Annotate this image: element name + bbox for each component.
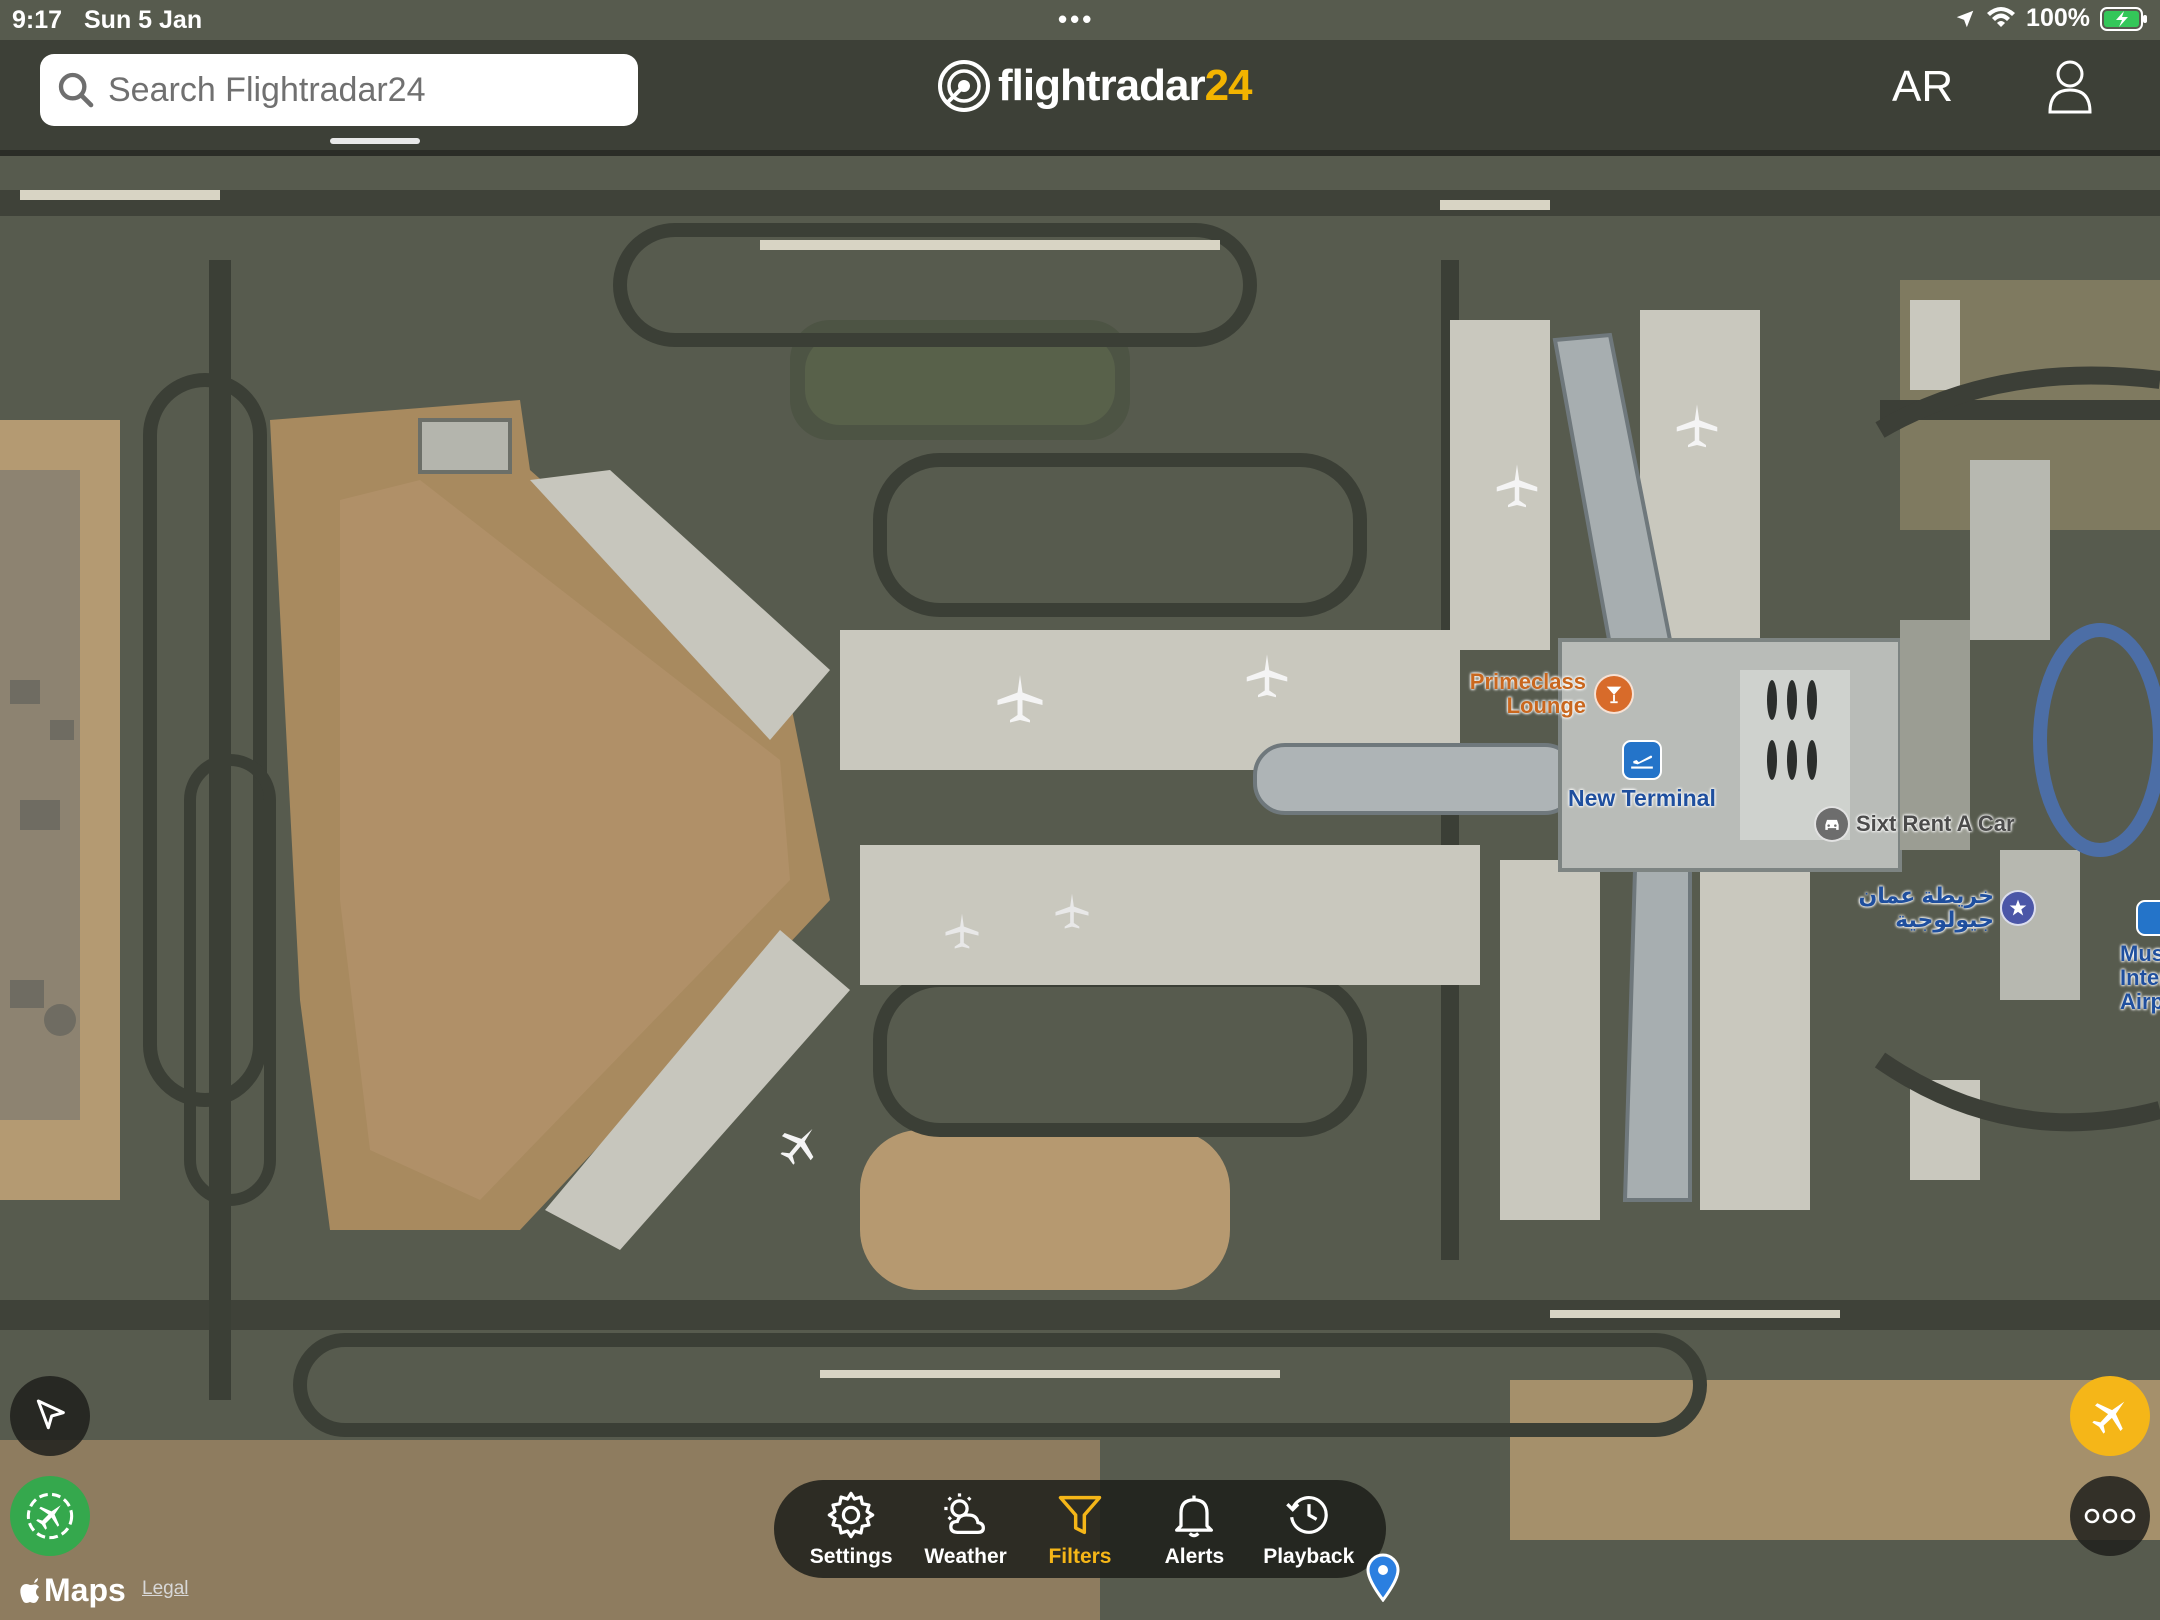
more-options-button[interactable] (2070, 1476, 2150, 1556)
search-icon (58, 72, 94, 108)
bottom-toolbar: Settings Weather Filters Alerts Playback (774, 1480, 1386, 1578)
toolbar-filters[interactable]: Filters (1025, 1489, 1135, 1569)
toolbar-filters-label: Filters (1048, 1545, 1112, 1568)
radar-logo-icon (938, 60, 990, 112)
maps-brand-text: Maps (44, 1572, 126, 1608)
poi-arabic-landmark[interactable]: خريطة عمان جيولوجية (1844, 884, 2036, 932)
bell-icon (1175, 1495, 1214, 1538)
poi-terminal-marker[interactable] (1622, 740, 1662, 780)
profile-icon[interactable] (2046, 58, 2094, 114)
departures-icon (1622, 740, 1662, 780)
poi-primeclass-lounge[interactable]: Primeclass Lounge (1456, 670, 1634, 718)
ar-button[interactable]: AR (1892, 62, 1953, 112)
airport-marker-icon[interactable] (2136, 900, 2160, 936)
status-time: 9:17 (12, 6, 63, 34)
airplane-circle-icon (26, 1492, 74, 1540)
filter-icon (1058, 1495, 1102, 1535)
parked-aircraft-icon[interactable] (1050, 890, 1094, 934)
weather-icon (943, 1493, 985, 1534)
airport-label-line-1: Mus (2120, 941, 2160, 966)
flightradar24-logo: flightradar24 (936, 54, 1253, 118)
toolbar-weather-label: Weather (924, 1545, 1007, 1568)
toolbar-playback-label: Playback (1263, 1545, 1355, 1568)
toolbar-settings[interactable]: Settings (796, 1489, 906, 1569)
apple-logo-icon (20, 1577, 39, 1603)
logo-accent-text: 24 (1204, 61, 1253, 110)
map-pin-icon[interactable] (1364, 1552, 1402, 1602)
multitasking-dots-icon[interactable]: ••• (1058, 4, 1094, 35)
apple-maps-attribution: Maps (18, 1572, 126, 1609)
my-location-button[interactable] (10, 1376, 90, 1456)
car-icon (1814, 806, 1850, 842)
history-icon (1285, 1495, 1328, 1534)
airplane-icon (2092, 1401, 2125, 1434)
parked-aircraft-icon[interactable] (940, 910, 984, 954)
parked-aircraft-icon[interactable] (990, 670, 1050, 730)
terminal-label[interactable]: New Terminal (1568, 786, 1716, 810)
battery-percentage: 100% (2026, 4, 2090, 32)
legal-link[interactable]: Legal (142, 1578, 189, 1600)
app-header: flightradar24 AR (0, 40, 2160, 156)
airport-label[interactable]: Mus Interna Airport (2120, 942, 2160, 1014)
search-bar[interactable] (40, 54, 638, 126)
more-dots-icon (2084, 1508, 2136, 1524)
aircraft-view-button[interactable] (2070, 1376, 2150, 1456)
drawer-grabber-handle[interactable] (330, 138, 420, 144)
location-arrow-icon (1956, 10, 1974, 27)
logo-wordmark: flightradar24 (998, 61, 1253, 111)
status-indicators: 100% (1954, 4, 2148, 33)
battery-charging-icon (2100, 6, 2147, 31)
lounge-label: Primeclass Lounge (1469, 669, 1586, 718)
toolbar-playback[interactable]: Playback (1254, 1489, 1364, 1569)
parked-aircraft-icon[interactable] (1240, 650, 1294, 704)
toolbar-weather[interactable]: Weather (911, 1489, 1021, 1569)
cocktail-icon (1594, 674, 1634, 714)
toolbar-settings-label: Settings (809, 1545, 893, 1568)
parked-aircraft-icon[interactable] (1490, 460, 1544, 514)
poi-sixt-rent-a-car[interactable]: Sixt Rent A Car (1814, 806, 2015, 842)
status-bar: 9:17 Sun 5 Jan ••• 100% (0, 0, 2160, 40)
airport-label-line-3: Airport (2120, 989, 2160, 1014)
wifi-icon (1987, 6, 2016, 27)
gear-icon (827, 1491, 875, 1539)
star-icon (2000, 890, 2036, 926)
toolbar-alerts-label: Alerts (1164, 1545, 1225, 1568)
location-arrow-icon (36, 1399, 65, 1430)
toolbar-alerts[interactable]: Alerts (1139, 1489, 1249, 1569)
arabic-poi-label: خريطة عمان جيولوجية (1858, 883, 1994, 932)
search-input[interactable] (108, 70, 608, 110)
car-rental-label: Sixt Rent A Car (1856, 811, 2015, 836)
logo-main-text: flightradar (998, 61, 1206, 110)
flight-mode-button[interactable] (10, 1476, 90, 1556)
parked-aircraft-icon[interactable] (1670, 400, 1724, 454)
airport-label-line-2: Interna (2120, 965, 2160, 990)
status-date: Sun 5 Jan (84, 6, 203, 34)
